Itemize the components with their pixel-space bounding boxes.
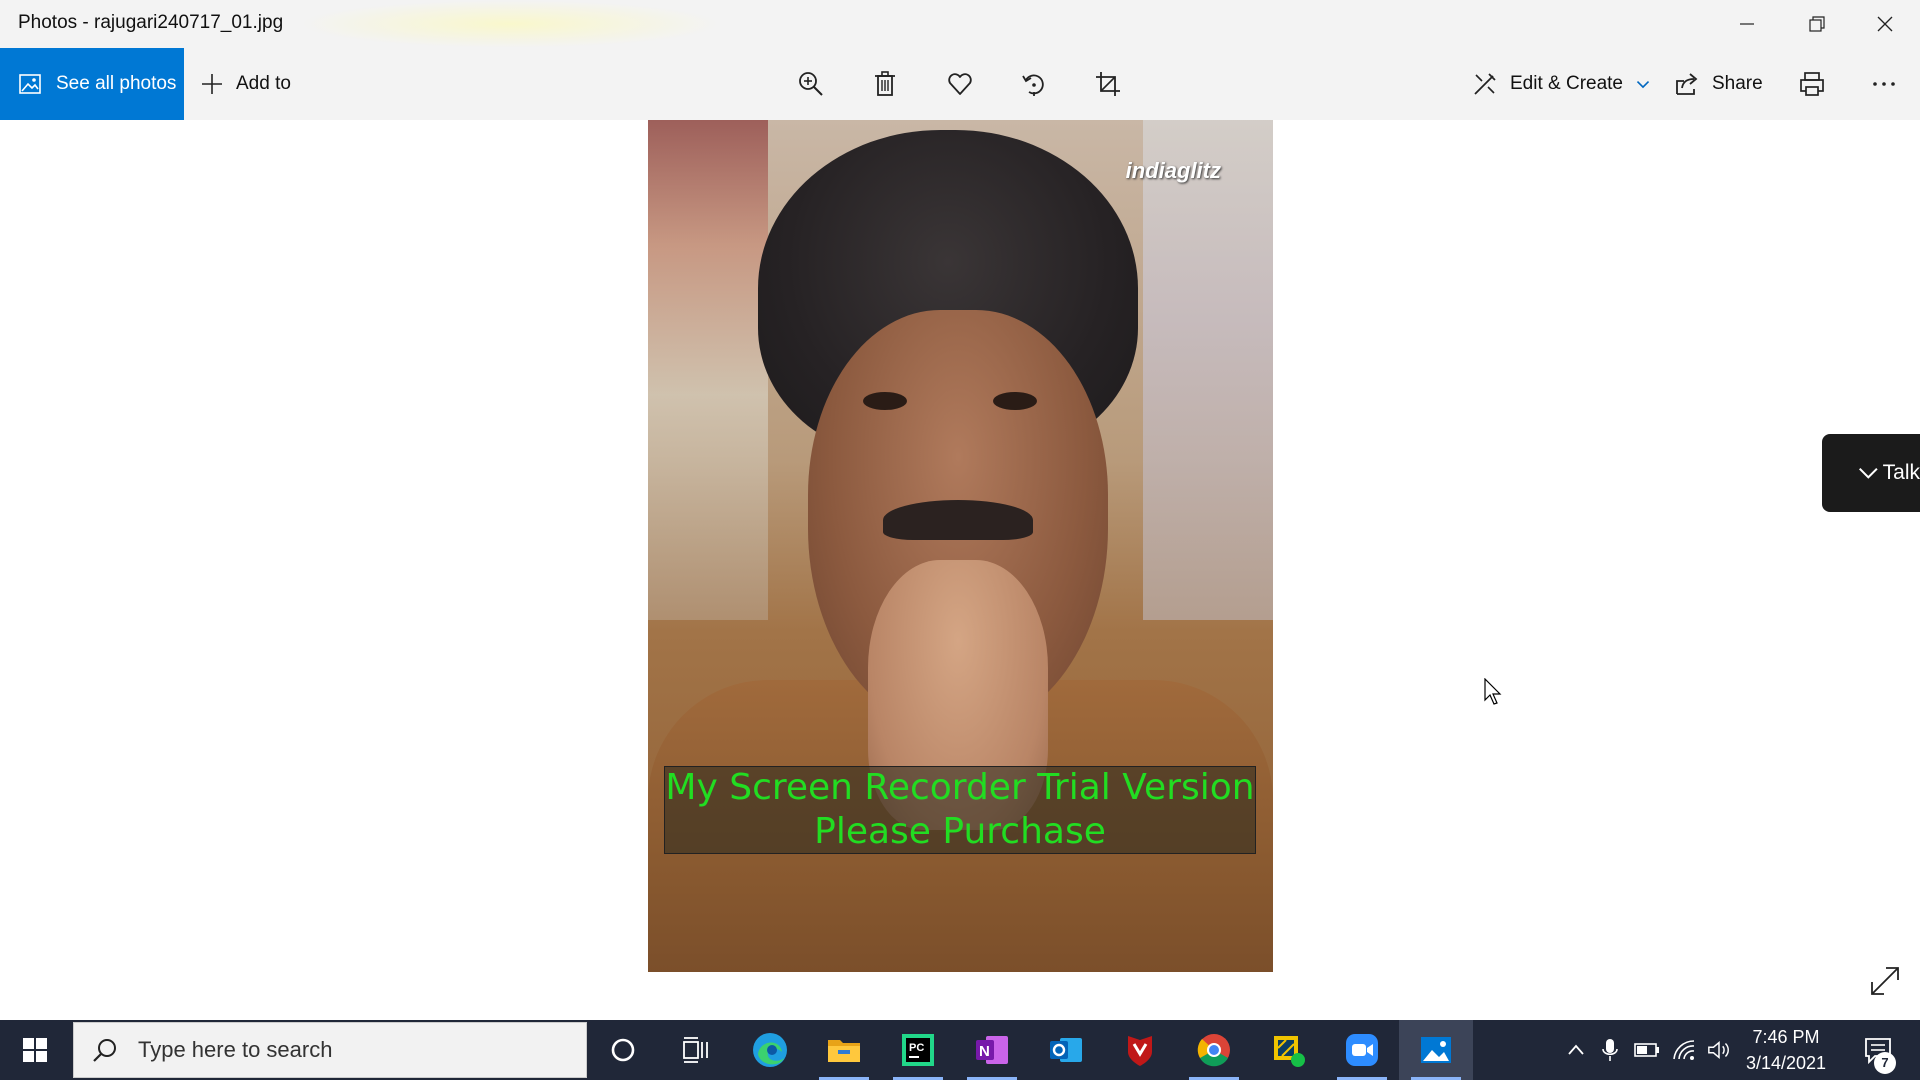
window-title: Photos - rajugari240717_01.jpg: [18, 12, 284, 33]
file-explorer-icon: [828, 1040, 860, 1062]
taskbar-zoom[interactable]: [1325, 1020, 1399, 1080]
notification-count-badge: 7: [1874, 1052, 1896, 1074]
show-hidden-icons-button[interactable]: [1560, 1020, 1592, 1080]
title-bar: Photos - rajugari240717_01.jpg: [0, 0, 1920, 48]
zoom-icon: [1346, 1034, 1378, 1066]
more-icon: [1873, 82, 1895, 86]
action-center-button[interactable]: 7: [1850, 1020, 1906, 1080]
minimize-button[interactable]: [1712, 0, 1782, 48]
share-button[interactable]: Share: [1674, 48, 1763, 120]
add-to-button[interactable]: Add to: [200, 48, 291, 120]
close-button[interactable]: [1850, 0, 1920, 48]
search-placeholder: Type here to search: [138, 1037, 333, 1062]
taskbar-search-box[interactable]: Type here to search: [73, 1022, 587, 1078]
chevron-up-icon: [1568, 1044, 1584, 1055]
speaker-icon: [1708, 1041, 1729, 1059]
taskbar-task-view[interactable]: [659, 1020, 733, 1080]
taskbar-cortana[interactable]: [586, 1020, 660, 1080]
photo-mustache: [883, 500, 1033, 540]
battery-tray-button[interactable]: [1630, 1020, 1664, 1080]
restore-button[interactable]: [1782, 0, 1852, 48]
taskbar-clock[interactable]: 7:46 PM 3/14/2021: [1730, 1024, 1842, 1076]
mcafee-icon: [1128, 1036, 1152, 1066]
edit-create-label: Edit & Create: [1510, 73, 1623, 94]
heart-icon: [948, 73, 972, 95]
plus-icon: [202, 74, 222, 94]
taskbar: Type here to search PC N 7:46 PM 3/14/20…: [0, 1020, 1920, 1080]
clock-time: 7:46 PM: [1752, 1027, 1820, 1047]
photo-eye-left: [863, 392, 907, 410]
taskbar-onenote[interactable]: N: [955, 1020, 1029, 1080]
edit-create-icon: [1474, 73, 1496, 95]
restore-icon: [1809, 16, 1825, 32]
minimize-icon: [1740, 23, 1754, 25]
photo-watermark: indiaglitz: [1125, 158, 1221, 183]
share-icon: [1676, 73, 1698, 95]
crop-icon: [1096, 72, 1120, 96]
taskbar-outlook[interactable]: [1029, 1020, 1103, 1080]
app-icon: [1274, 1036, 1305, 1067]
rotate-button[interactable]: [1011, 62, 1057, 106]
network-tray-button[interactable]: [1668, 1020, 1702, 1080]
photos-icon: [1421, 1037, 1451, 1063]
cortana-icon: [611, 1038, 635, 1062]
favorite-button[interactable]: [937, 62, 983, 106]
edge-icon: [753, 1033, 787, 1067]
taskbar-pycharm[interactable]: PC: [881, 1020, 955, 1080]
close-icon: [1877, 16, 1893, 32]
task-view-icon: [683, 1037, 708, 1063]
rotate-icon: [1022, 74, 1044, 96]
add-to-label: Add to: [236, 73, 291, 94]
photo-background-left: [648, 120, 768, 620]
outlook-icon: [1050, 1038, 1082, 1062]
trial-overlay-line-2: Please Purchase: [814, 811, 1106, 852]
trash-icon: [875, 71, 895, 96]
chevron-down-icon: [1858, 467, 1878, 479]
taskbar-edge[interactable]: [733, 1020, 807, 1080]
fullscreen-expand-icon[interactable]: [1868, 964, 1902, 998]
print-button[interactable]: [1789, 62, 1835, 106]
trial-overlay-line-1: My Screen Recorder Trial Version: [665, 767, 1255, 808]
zoom-in-icon: [799, 72, 823, 96]
onenote-icon: N: [976, 1036, 1008, 1064]
clock-date: 3/14/2021: [1745, 1053, 1827, 1073]
edit-create-button[interactable]: Edit & Create: [1472, 48, 1651, 120]
wifi-icon: [1673, 1040, 1695, 1060]
delete-button[interactable]: [862, 62, 908, 106]
zoom-button[interactable]: [788, 62, 834, 106]
talk-panel-toggle[interactable]: Talk: [1822, 434, 1920, 512]
pycharm-icon: PC: [902, 1034, 934, 1066]
battery-icon: [1634, 1043, 1659, 1057]
talk-label: Talk: [1882, 461, 1920, 484]
see-all-photos-label: See all photos: [56, 73, 177, 94]
svg-text:PC: PC: [909, 1042, 924, 1054]
taskbar-mcafee[interactable]: [1103, 1020, 1177, 1080]
more-options-button[interactable]: [1861, 62, 1907, 106]
share-label: Share: [1712, 73, 1763, 94]
crop-button[interactable]: [1085, 62, 1131, 106]
search-icon: [93, 1039, 116, 1062]
mouse-cursor-icon: [1484, 678, 1502, 705]
photo-viewer-image[interactable]: indiaglitz My Screen Recorder Trial Vers…: [648, 120, 1273, 972]
svg-text:N: N: [979, 1043, 990, 1060]
start-button[interactable]: [0, 1020, 70, 1080]
taskbar-file-explorer[interactable]: [807, 1020, 881, 1080]
trial-version-overlay: My Screen Recorder Trial Version Please …: [664, 766, 1256, 854]
microphone-icon: [1602, 1039, 1618, 1061]
windows-logo-icon: [23, 1038, 47, 1062]
photo-gallery-icon: [19, 74, 41, 94]
photo-eye-right: [993, 392, 1037, 410]
chevron-down-icon: [1636, 80, 1650, 89]
see-all-photos-button[interactable]: See all photos: [0, 48, 184, 120]
title-bar-glow: [300, 0, 720, 48]
taskbar-chrome[interactable]: [1177, 1020, 1251, 1080]
photo-background-right: [1143, 120, 1273, 620]
taskbar-app[interactable]: [1251, 1020, 1325, 1080]
command-bar: See all photos Add to Edit & Create Shar…: [0, 48, 1920, 120]
chrome-icon: [1197, 1034, 1230, 1067]
taskbar-photos[interactable]: [1399, 1020, 1473, 1080]
microphone-tray-button[interactable]: [1594, 1020, 1626, 1080]
printer-icon: [1800, 72, 1824, 96]
